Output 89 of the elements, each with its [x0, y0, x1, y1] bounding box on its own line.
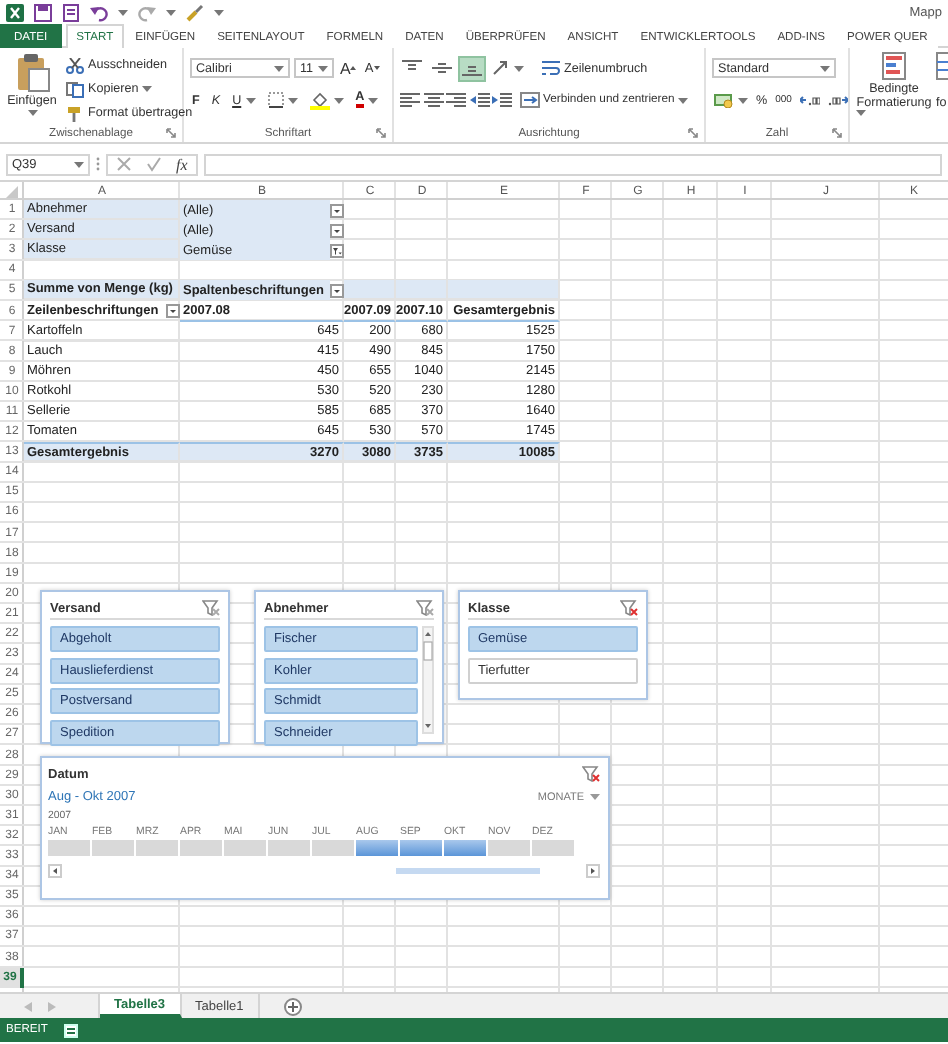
month-bar[interactable] — [356, 840, 400, 856]
decimal-decrease-icon — [827, 92, 848, 108]
brush-icon — [66, 105, 84, 121]
caret-icon — [738, 97, 748, 103]
clear-filter-icon[interactable] — [582, 766, 600, 782]
macro-record-icon[interactable] — [63, 1023, 78, 1037]
align-center-button[interactable] — [423, 89, 443, 111]
banknote-icon — [714, 92, 734, 108]
insert-function-button[interactable]: fx — [176, 155, 188, 173]
caret-icon — [368, 97, 379, 103]
dialog-launcher-icon[interactable] — [688, 128, 698, 138]
dropdown-button[interactable] — [330, 203, 344, 218]
clear-filter-icon[interactable] — [416, 600, 434, 616]
caret-icon — [514, 65, 524, 71]
caret-icon — [142, 86, 153, 92]
undo-icon[interactable] — [90, 3, 108, 21]
caret-icon — [166, 9, 176, 15]
align-right-icon — [446, 92, 466, 108]
fill-color-button[interactable] — [307, 89, 346, 111]
caret-icon — [245, 97, 256, 103]
paint-bucket-icon — [309, 91, 330, 109]
scissors-icon — [66, 57, 84, 73]
caret-icon — [287, 97, 298, 103]
caret-icon — [27, 110, 37, 116]
increase-indent-button[interactable] — [492, 89, 512, 111]
caret-icon — [274, 65, 284, 71]
caret-icon — [590, 794, 600, 800]
redo-icon[interactable] — [138, 3, 156, 21]
table-cell — [396, 280, 448, 301]
borders-button[interactable] — [265, 89, 300, 111]
caret-icon — [118, 9, 128, 15]
caret-icon — [820, 65, 830, 71]
caret-icon — [214, 9, 224, 15]
table-cell — [344, 280, 396, 301]
conditional-formatting-icon — [882, 52, 906, 80]
decrease-indent-icon — [469, 92, 489, 108]
diagonal-arrow-icon — [492, 60, 510, 76]
align-left-button[interactable] — [400, 89, 420, 111]
dialog-launcher-icon[interactable] — [376, 128, 386, 138]
dialog-launcher-icon[interactable] — [832, 128, 842, 138]
table-cell — [448, 280, 560, 301]
sheet-icon[interactable] — [62, 3, 80, 21]
caret-down-icon — [373, 66, 380, 70]
orientation-button[interactable] — [490, 57, 526, 79]
clipboard-icon — [14, 52, 50, 92]
decrease-indent-button[interactable] — [469, 89, 489, 111]
align-middle-button[interactable] — [430, 57, 454, 79]
copy-icon — [66, 81, 84, 97]
filter-button[interactable] — [330, 243, 344, 258]
wrap-text-icon — [542, 60, 560, 76]
scrollbar[interactable] — [422, 626, 434, 734]
dropdown-button[interactable] — [330, 283, 344, 298]
caret-icon — [333, 97, 344, 103]
dropdown-button[interactable] — [330, 223, 344, 238]
grow-font-button[interactable]: A — [338, 57, 359, 79]
align-right-button[interactable] — [446, 89, 466, 111]
caret-icon — [856, 110, 866, 116]
caret-icon — [678, 97, 689, 103]
scroll-left-button[interactable] — [48, 864, 62, 878]
clear-filter-icon[interactable] — [202, 600, 220, 616]
month-bar[interactable] — [400, 840, 444, 856]
merge-cells-icon — [519, 92, 539, 108]
save-icon[interactable] — [34, 3, 52, 21]
caret-icon — [318, 65, 328, 71]
enter-icon[interactable] — [146, 156, 162, 172]
accounting-format-button[interactable] — [712, 89, 750, 111]
scroll-thumb[interactable] — [395, 868, 539, 874]
dialog-launcher-icon[interactable] — [166, 128, 176, 138]
decimal-increase-icon — [799, 92, 820, 108]
brush-icon[interactable] — [186, 3, 204, 21]
scroll-right-button[interactable] — [586, 864, 600, 878]
cancel-icon[interactable] — [116, 156, 132, 172]
align-lines-icon — [432, 60, 452, 76]
caret-up-icon — [350, 66, 357, 70]
align-bottom-button[interactable] — [460, 57, 484, 79]
formula-input[interactable] — [203, 153, 942, 175]
table-icon — [936, 52, 948, 80]
spreadsheet-logo — [6, 3, 24, 21]
month-bar[interactable] — [444, 840, 488, 856]
caret-icon — [74, 161, 84, 167]
increase-indent-icon — [492, 92, 512, 108]
new-sheet-button[interactable] — [283, 997, 302, 1015]
clear-filter-icon[interactable] — [620, 600, 638, 616]
align-center-icon — [423, 92, 443, 108]
align-left-icon — [400, 92, 420, 108]
align-lines-icon — [402, 60, 422, 76]
align-lines-icon — [462, 60, 482, 76]
borders-icon — [267, 92, 284, 108]
dropdown-button[interactable] — [166, 304, 180, 319]
